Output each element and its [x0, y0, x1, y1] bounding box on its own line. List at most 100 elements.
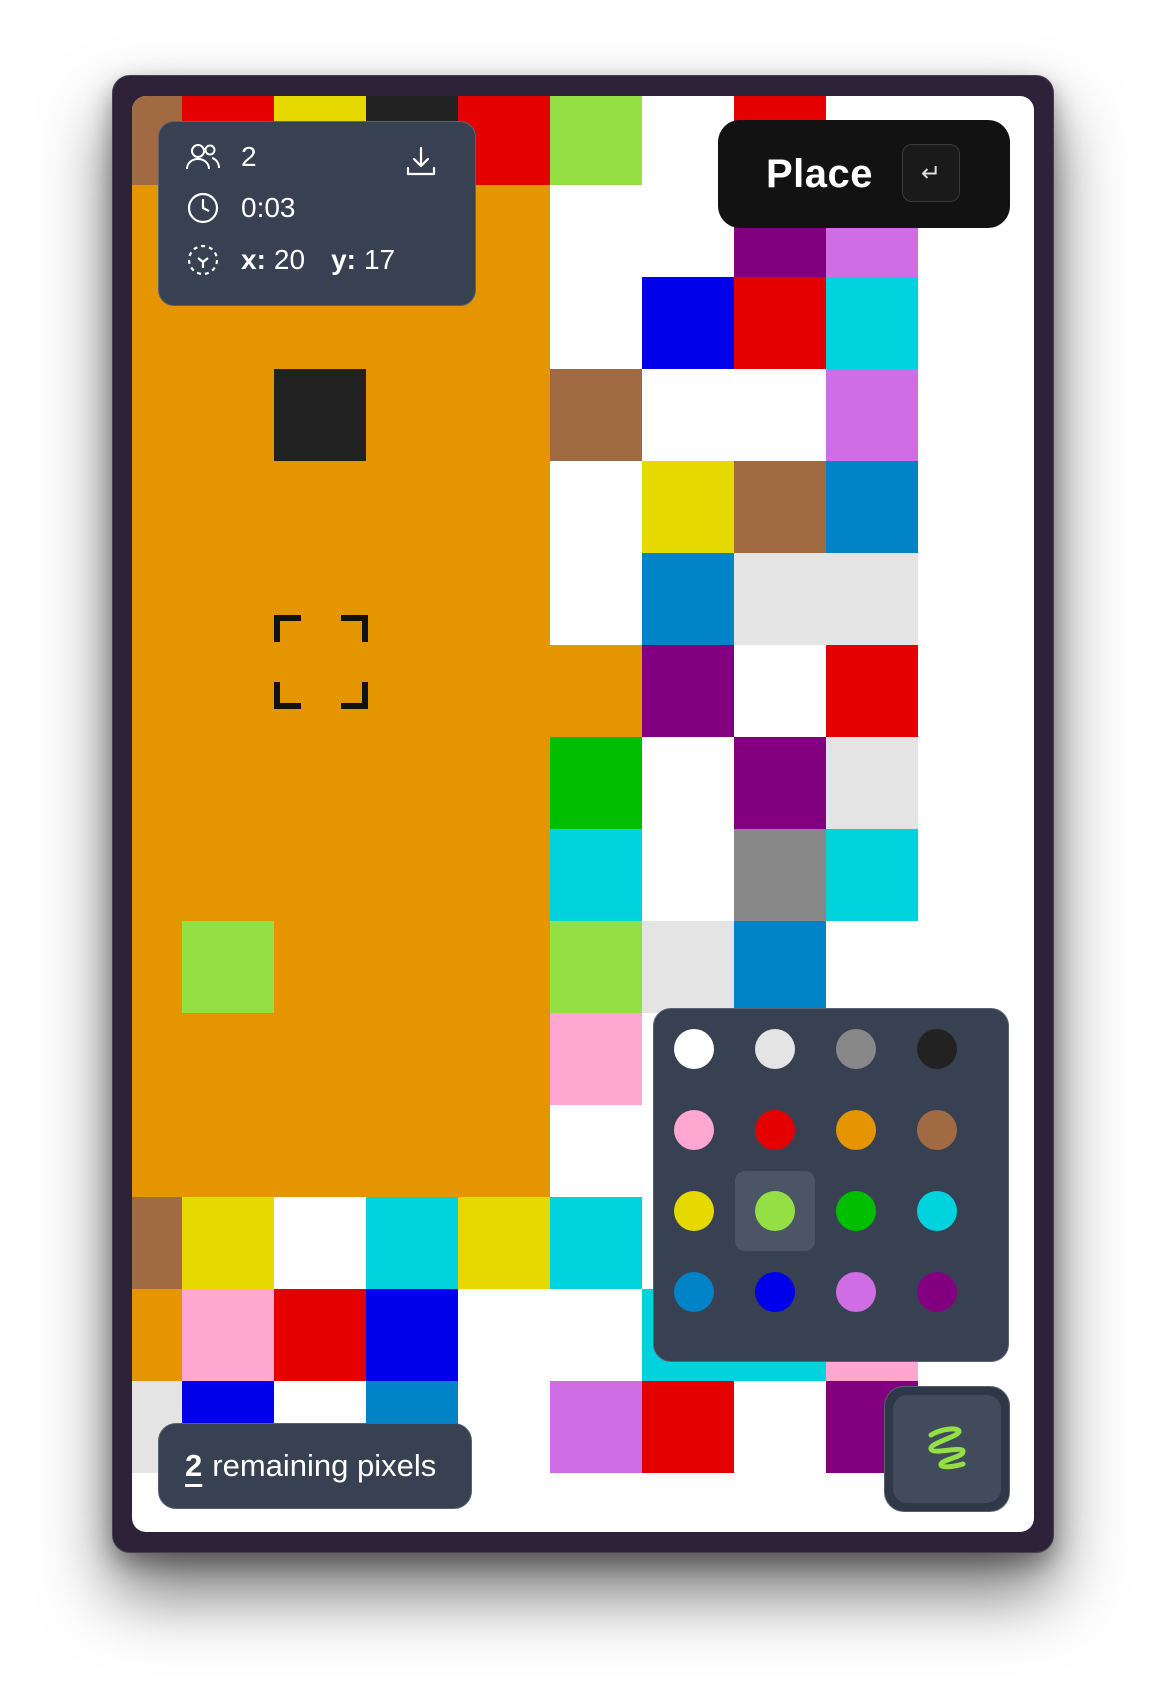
pixel-cell[interactable] [734, 737, 826, 829]
pixel-cell[interactable] [274, 1013, 366, 1105]
pixel-cell[interactable] [734, 645, 826, 737]
download-icon[interactable] [401, 142, 441, 182]
color-swatch[interactable] [674, 1110, 714, 1150]
pixel-cell[interactable] [458, 921, 550, 1013]
pixel-cell[interactable] [182, 829, 274, 921]
pixel-cell[interactable] [366, 1013, 458, 1105]
pixel-cell[interactable] [458, 737, 550, 829]
pixel-cell[interactable] [642, 553, 734, 645]
pixel-cell[interactable] [826, 645, 918, 737]
pixel-cell[interactable] [734, 277, 826, 369]
color-swatch[interactable] [674, 1029, 714, 1069]
place-button[interactable]: Place ↵ [718, 120, 1010, 228]
color-swatch[interactable] [917, 1191, 957, 1231]
pixel-cell[interactable] [274, 461, 366, 553]
color-swatch[interactable] [836, 1191, 876, 1231]
pixel-cell[interactable] [182, 461, 274, 553]
pixel-cell[interactable] [182, 553, 274, 645]
pixel-cell[interactable] [274, 737, 366, 829]
pixel-cell[interactable] [642, 369, 734, 461]
pixel-cell[interactable] [366, 829, 458, 921]
pixel-cell[interactable] [550, 1197, 642, 1289]
pixel-cell[interactable] [182, 737, 274, 829]
pixel-cell[interactable] [132, 1289, 182, 1381]
pixel-cell[interactable] [366, 737, 458, 829]
color-swatch[interactable] [674, 1191, 714, 1231]
pixel-cell[interactable] [182, 1289, 274, 1381]
pixel-cell[interactable] [826, 829, 918, 921]
pixel-cell[interactable] [458, 1289, 550, 1381]
color-swatch[interactable] [755, 1029, 795, 1069]
pixel-cell[interactable] [458, 369, 550, 461]
pixel-cell[interactable] [550, 277, 642, 369]
pixel-cell[interactable] [826, 277, 918, 369]
pixel-cell[interactable] [642, 645, 734, 737]
pixel-cell[interactable] [366, 1197, 458, 1289]
pixel-cell[interactable] [366, 1289, 458, 1381]
color-swatch[interactable] [755, 1110, 795, 1150]
pixel-cell[interactable] [182, 921, 274, 1013]
pixel-cell[interactable] [642, 737, 734, 829]
pixel-cell[interactable] [274, 1197, 366, 1289]
pixel-cell[interactable] [734, 1381, 826, 1473]
pixel-cell[interactable] [734, 921, 826, 1013]
pixel-cell[interactable] [366, 461, 458, 553]
pixel-cell[interactable] [132, 1197, 182, 1289]
pixel-cell[interactable] [182, 369, 274, 461]
pixel-cell[interactable] [458, 645, 550, 737]
pixel-cell[interactable] [550, 553, 642, 645]
color-swatch[interactable] [674, 1272, 714, 1312]
pixel-cell[interactable] [550, 737, 642, 829]
pixel-cell[interactable] [274, 1289, 366, 1381]
color-swatch[interactable] [755, 1272, 795, 1312]
pixel-cell[interactable] [132, 737, 182, 829]
pixel-cell[interactable] [550, 1105, 642, 1197]
pixel-cell[interactable] [458, 1105, 550, 1197]
pixel-cell[interactable] [366, 369, 458, 461]
pixel-cell[interactable] [182, 1013, 274, 1105]
pixel-cell[interactable] [826, 737, 918, 829]
color-swatch[interactable] [755, 1191, 795, 1231]
pixel-cell[interactable] [366, 1105, 458, 1197]
pixel-cell[interactable] [274, 1105, 366, 1197]
pixel-cell[interactable] [550, 1381, 642, 1473]
pixel-cell[interactable] [366, 921, 458, 1013]
pixel-cell[interactable] [132, 461, 182, 553]
brush-tool-button[interactable] [884, 1386, 1010, 1512]
pixel-cell[interactable] [642, 277, 734, 369]
pixel-cell[interactable] [274, 369, 366, 461]
pixel-cell[interactable] [734, 461, 826, 553]
pixel-cell[interactable] [550, 645, 642, 737]
pixel-cell[interactable] [458, 829, 550, 921]
pixel-cell[interactable] [642, 1381, 734, 1473]
pixel-cell[interactable] [826, 461, 918, 553]
pixel-cell[interactable] [550, 829, 642, 921]
pixel-cell[interactable] [182, 1197, 274, 1289]
pixel-cell[interactable] [274, 829, 366, 921]
pixel-cell[interactable] [458, 1197, 550, 1289]
pixel-cell[interactable] [182, 645, 274, 737]
color-swatch[interactable] [836, 1272, 876, 1312]
color-swatch[interactable] [917, 1272, 957, 1312]
pixel-cell[interactable] [132, 921, 182, 1013]
pixel-cell[interactable] [826, 921, 918, 1013]
pixel-cell[interactable] [642, 461, 734, 553]
pixel-cell[interactable] [826, 369, 918, 461]
pixel-cell[interactable] [458, 1013, 550, 1105]
pixel-cell[interactable] [550, 1013, 642, 1105]
color-swatch[interactable] [836, 1110, 876, 1150]
pixel-cell[interactable] [458, 461, 550, 553]
pixel-cell[interactable] [132, 645, 182, 737]
pixel-cell[interactable] [132, 369, 182, 461]
pixel-cell[interactable] [550, 185, 642, 277]
pixel-cell[interactable] [734, 369, 826, 461]
color-swatch[interactable] [836, 1029, 876, 1069]
pixel-cell[interactable] [132, 1105, 182, 1197]
pixel-cell[interactable] [550, 461, 642, 553]
pixel-cell[interactable] [182, 1105, 274, 1197]
pixel-cell[interactable] [132, 829, 182, 921]
pixel-cell[interactable] [132, 553, 182, 645]
pixel-cell[interactable] [734, 553, 826, 645]
pixel-cell[interactable] [642, 829, 734, 921]
pixel-cell[interactable] [550, 369, 642, 461]
